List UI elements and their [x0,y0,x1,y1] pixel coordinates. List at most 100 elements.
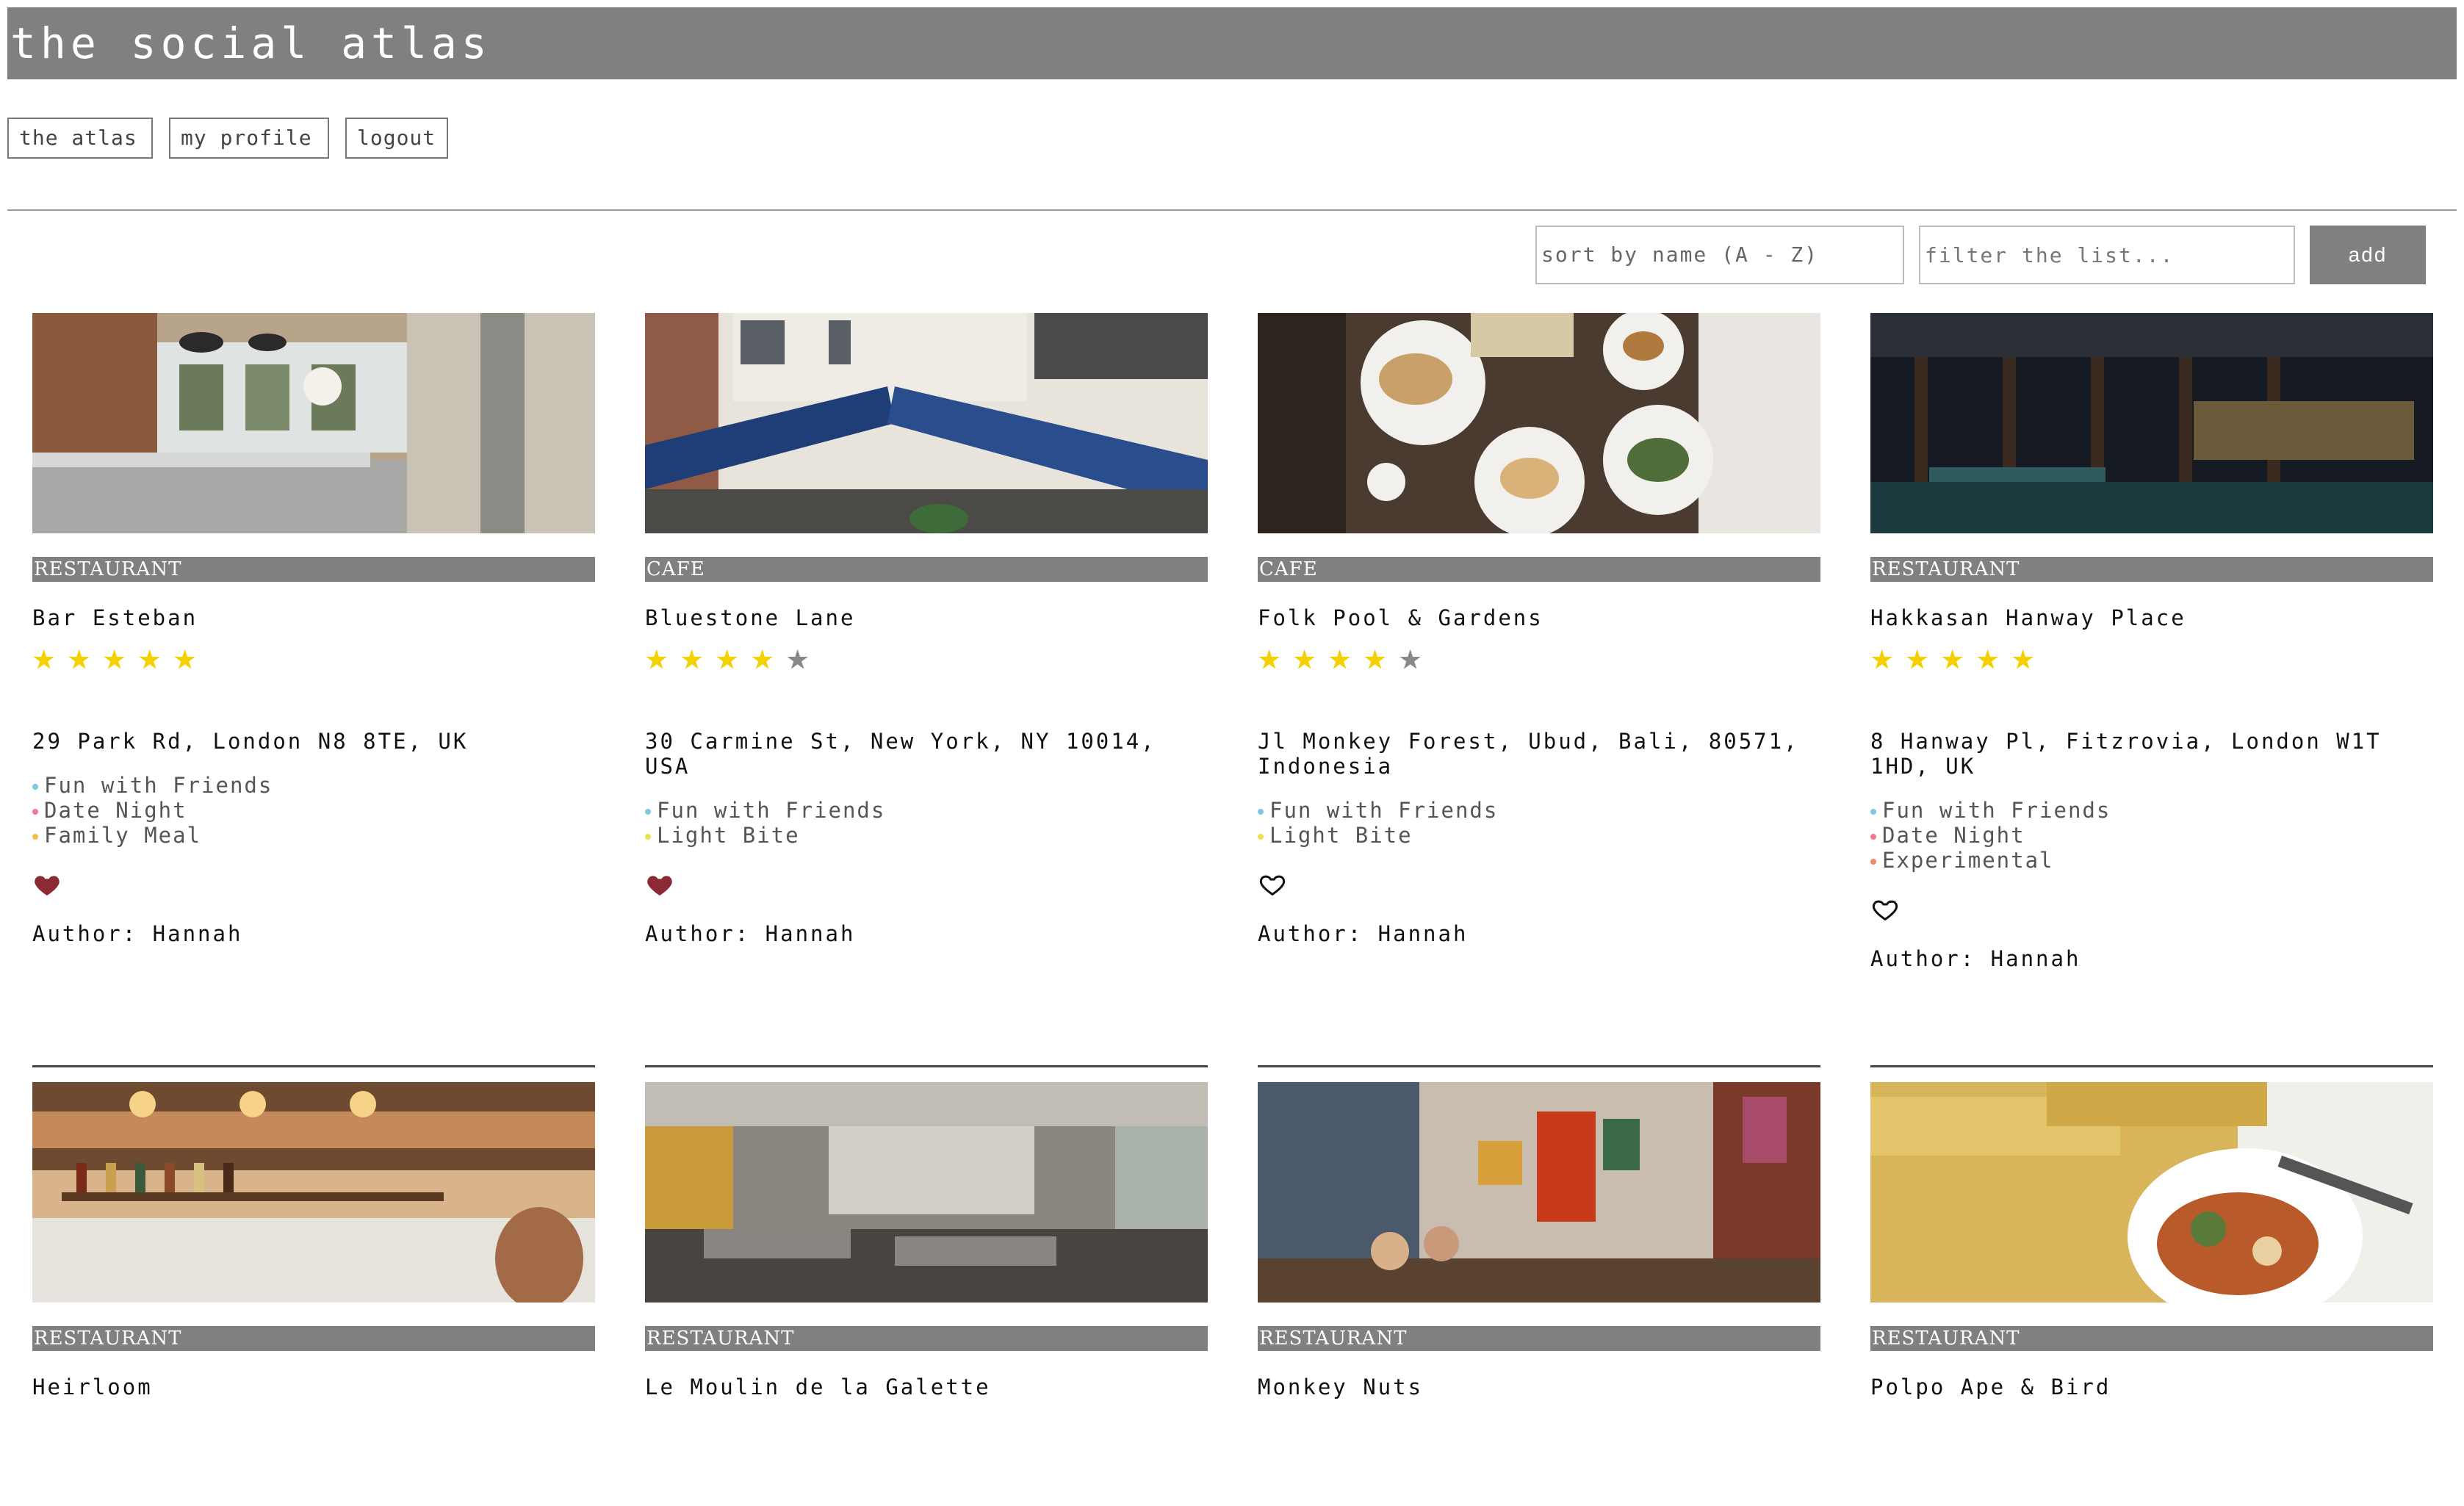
tag-dot [645,809,651,815]
place-card: CAFE Folk Pool & Gardens ★ ★ ★ ★ ★ Jl Mo… [1258,313,1820,1065]
place-address: 8 Hanway Pl, Fitzrovia, London W1T 1HD, … [1870,729,2382,779]
place-photo[interactable] [1870,1082,2433,1303]
tag-dot [1258,809,1264,815]
place-photo[interactable] [32,1082,595,1303]
tag-label: Fun with Friends [44,773,273,798]
tag-dot [1870,859,1876,865]
nav-my-profile[interactable]: my profile [169,118,329,159]
star-icon: ★ [1293,635,1316,679]
tag-dot [1870,809,1876,815]
filter-input[interactable] [1919,226,2295,284]
tag-list: Fun with Friends Date Night Family Meal [32,773,595,848]
star-icon: ★ [1258,635,1281,679]
heart-outline-icon[interactable] [1258,870,1287,899]
place-author: Author: Hannah [645,921,856,946]
place-category: CAFE [1258,557,1820,582]
place-category: RESTAURANT [32,557,595,582]
star-icon: ★ [173,635,197,679]
star-icon: ★ [680,635,704,679]
star-icon: ★ [2011,635,2035,679]
tag-list: Fun with Friends Light Bite [645,798,1208,848]
nav-the-atlas[interactable]: the atlas [7,118,153,159]
star-icon: ★ [645,635,669,679]
add-button[interactable]: add [2310,226,2426,284]
tag-item: Fun with Friends [1258,798,1820,823]
star-icon: ★ [1941,635,1964,679]
nav-logout[interactable]: logout [345,118,448,159]
place-card: RESTAURANT Monkey Nuts [1258,1065,1820,1506]
tag-label: Fun with Friends [1882,798,2111,823]
main-nav: the atlas my profile logout [7,118,448,159]
places-grid: RESTAURANT Bar Esteban ★ ★ ★ ★ ★ 29 Park… [32,313,2433,1506]
place-name[interactable]: Folk Pool & Gardens [1258,605,1820,630]
place-photo[interactable] [1258,1082,1820,1303]
tag-item: Family Meal [32,823,595,848]
place-name[interactable]: Hakkasan Hanway Place [1870,605,2433,630]
star-icon: ★ [716,635,739,679]
place-category: RESTAURANT [1870,557,2433,582]
tag-list: Fun with Friends Light Bite [1258,798,1820,848]
place-name[interactable]: Heirloom [32,1375,595,1399]
place-card: RESTAURANT Polpo Ape & Bird [1870,1065,2433,1506]
place-name[interactable]: Monkey Nuts [1258,1375,1820,1399]
place-card: CAFE Bluestone Lane ★ ★ ★ ★ ★ 30 Carmine… [645,313,1208,1065]
star-icon: ★ [1870,635,1894,679]
tag-dot [645,834,651,840]
tag-item: Experimental [1870,848,2433,873]
app-title: the social atlas [7,7,2457,79]
place-author: Author: Hannah [1870,946,2081,971]
place-photo[interactable] [1258,313,1820,533]
heart-outline-icon[interactable] [1870,895,1900,924]
tag-dot [1258,834,1264,840]
tag-label: Family Meal [44,823,202,848]
tag-item: Date Night [1870,823,2433,848]
place-address: 29 Park Rd, London N8 8TE, UK [32,729,469,754]
tag-label: Fun with Friends [1269,798,1499,823]
tag-item: Fun with Friends [32,773,595,798]
place-author: Author: Hannah [32,921,243,946]
tag-label: Light Bite [657,823,800,848]
star-icon: ★ [68,635,91,679]
star-icon: ★ [138,635,162,679]
heart-icon[interactable] [32,870,62,899]
place-name[interactable]: Polpo Ape & Bird [1870,1375,2433,1399]
place-category: RESTAURANT [645,1326,1208,1351]
place-category: RESTAURANT [1258,1326,1820,1351]
place-card: RESTAURANT Heirloom [32,1065,595,1506]
place-address: Jl Monkey Forest, Ubud, Bali, 80571, Ind… [1258,729,1799,779]
place-address: 30 Carmine St, New York, NY 10014, USA [645,729,1156,779]
rating-stars: ★ ★ ★ ★ ★ [32,638,595,676]
tag-item: Fun with Friends [645,798,1208,823]
place-category: RESTAURANT [32,1326,595,1351]
tag-label: Date Night [44,798,187,823]
place-photo[interactable] [645,313,1208,533]
tag-list: Fun with Friends Date Night Experimental [1870,798,2433,873]
place-author: Author: Hannah [1258,921,1469,946]
rating-stars: ★ ★ ★ ★ ★ [645,638,1208,676]
place-name[interactable]: Bar Esteban [32,605,595,630]
tag-label: Date Night [1882,823,2025,848]
star-icon: ★ [1364,635,1387,679]
tag-label: Light Bite [1269,823,1413,848]
star-icon: ★ [751,635,774,679]
tag-item: Date Night [32,798,595,823]
tag-dot [32,834,38,840]
star-icon: ★ [786,635,810,679]
star-icon: ★ [1399,635,1422,679]
place-name[interactable]: Bluestone Lane [645,605,1208,630]
tag-dot [32,784,38,790]
place-name[interactable]: Le Moulin de la Galette [645,1375,1208,1399]
place-category: RESTAURANT [1870,1326,2433,1351]
star-icon: ★ [1976,635,2000,679]
sort-select[interactable]: sort by name (A - Z) [1535,226,1904,284]
tag-item: Light Bite [1258,823,1820,848]
place-photo[interactable] [32,313,595,533]
place-photo[interactable] [645,1082,1208,1303]
heart-icon[interactable] [645,870,674,899]
tag-label: Experimental [1882,848,2054,873]
star-icon: ★ [32,635,56,679]
tag-label: Fun with Friends [657,798,886,823]
place-card: RESTAURANT Hakkasan Hanway Place ★ ★ ★ ★… [1870,313,2433,1065]
header-divider [7,209,2457,211]
place-photo[interactable] [1870,313,2433,533]
